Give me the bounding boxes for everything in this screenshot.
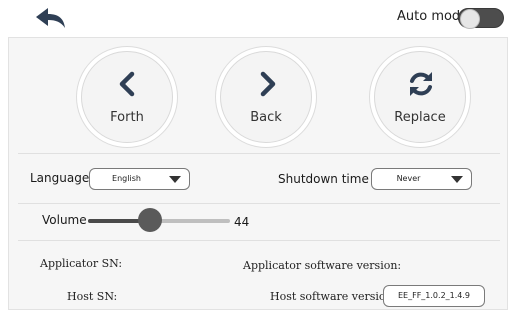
applicator-sn-label: Applicator SN: (40, 257, 123, 270)
chevron-down-icon (451, 176, 463, 183)
divider (18, 153, 500, 154)
host-software-version-value: EE_FF_1.0.2_1.4.9 (383, 285, 485, 307)
shutdown-time-dropdown[interactable]: Never (371, 168, 472, 190)
language-label: Language (30, 171, 90, 185)
shutdown-time-value: Never (396, 174, 421, 183)
back-arrow-icon[interactable] (34, 6, 68, 30)
language-value: English (112, 174, 141, 183)
volume-label: Volume (42, 213, 87, 227)
chevron-right-icon (260, 71, 276, 97)
divider (18, 240, 500, 241)
back-button[interactable]: Back (220, 51, 312, 143)
host-software-version-label: Host software version: (270, 290, 397, 303)
chevron-down-icon (169, 176, 181, 183)
forth-button[interactable]: Forth (81, 51, 173, 143)
toggle-knob (460, 9, 480, 29)
applicator-software-version-label: Applicator software version: (243, 259, 402, 272)
refresh-icon (410, 72, 432, 96)
replace-label: Replace (394, 110, 446, 125)
chevron-left-icon (119, 71, 135, 97)
forth-label: Forth (110, 110, 144, 125)
back-label: Back (250, 110, 282, 125)
auto-mode-toggle[interactable] (458, 8, 504, 29)
replace-button[interactable]: Replace (374, 51, 466, 143)
top-bar: Auto mode (0, 0, 516, 36)
shutdown-time-label: Shutdown time (278, 172, 369, 186)
volume-value: 44 (234, 215, 250, 229)
host-sn-label: Host SN: (67, 290, 118, 303)
divider (18, 203, 500, 204)
language-dropdown[interactable]: English (89, 168, 190, 190)
